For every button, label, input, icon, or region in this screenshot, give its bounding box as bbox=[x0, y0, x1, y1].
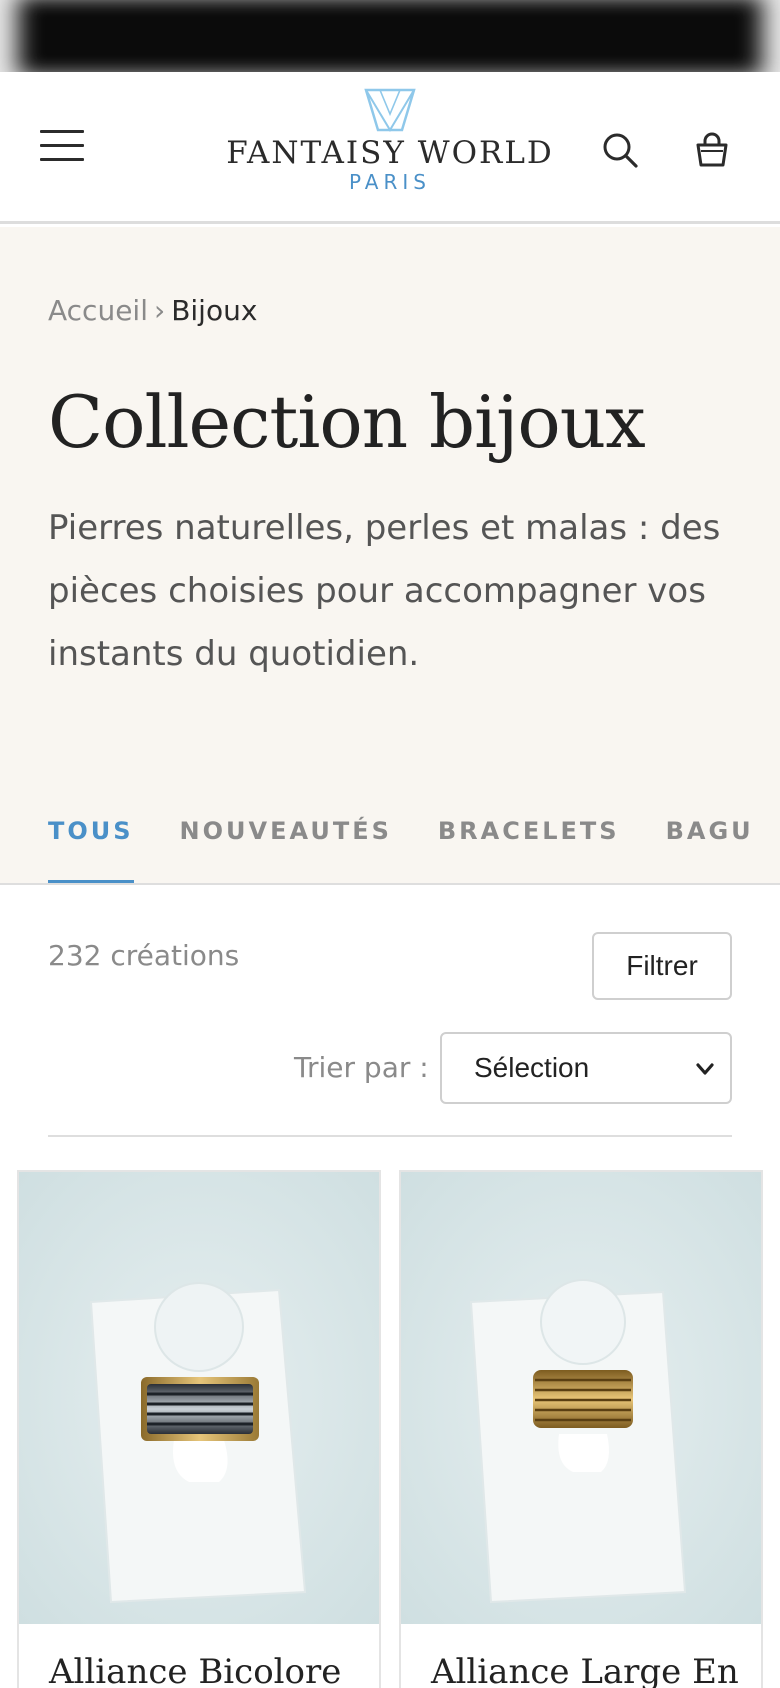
collection-hero: Accueil › Bijoux Collection bijoux Pierres… bbox=[0, 227, 780, 883]
status-bar bbox=[0, 0, 780, 72]
product-count: 232 créations bbox=[48, 939, 240, 972]
sort-label: Trier par : bbox=[294, 1051, 429, 1084]
breadcrumb: Accueil › Bijoux bbox=[48, 293, 257, 329]
collection-description: Pierres naturelles, perles et malas : de… bbox=[48, 508, 721, 674]
brand-name: FANTAISY WORLD bbox=[226, 135, 554, 171]
sort-selected-value: Sélection bbox=[474, 1052, 590, 1083]
category-tabs: TOUS NOUVEAUTÉS BRACELETS BAGU bbox=[48, 807, 780, 883]
brand-logo[interactable]: FANTAISY WORLD PARIS bbox=[220, 84, 560, 204]
product-image bbox=[19, 1172, 379, 1624]
sort-select[interactable]: Sélection bbox=[440, 1032, 732, 1104]
divider bbox=[48, 1135, 732, 1137]
divider bbox=[0, 883, 780, 885]
site-header: FANTAISY WORLD PARIS bbox=[0, 72, 780, 224]
search-icon[interactable] bbox=[598, 128, 642, 172]
chevron-down-icon bbox=[696, 1063, 714, 1075]
diamond-logo-icon bbox=[364, 88, 416, 132]
breadcrumb-home-link[interactable]: Accueil bbox=[48, 294, 148, 327]
product-card[interactable]: Alliance Bicolore bbox=[17, 1170, 381, 1688]
tab-bracelets[interactable]: BRACELETS bbox=[438, 807, 620, 883]
shopping-bag-icon[interactable] bbox=[690, 128, 734, 172]
breadcrumb-current: Bijoux bbox=[171, 294, 258, 327]
page-title: Collection bijoux bbox=[48, 380, 646, 464]
product-title: Alliance Bicolore bbox=[49, 1652, 342, 1688]
menu-icon[interactable] bbox=[40, 130, 84, 164]
tab-tous[interactable]: TOUS bbox=[48, 807, 134, 883]
breadcrumb-separator: › bbox=[153, 294, 166, 327]
product-title: Alliance Large En bbox=[431, 1652, 739, 1688]
brand-subtitle: PARIS bbox=[349, 170, 431, 194]
product-card[interactable]: Alliance Large En bbox=[399, 1170, 763, 1688]
tab-nouveautes[interactable]: NOUVEAUTÉS bbox=[180, 807, 392, 883]
product-image bbox=[401, 1172, 761, 1624]
filter-button[interactable]: Filtrer bbox=[592, 932, 732, 1000]
tab-bagues[interactable]: BAGU bbox=[666, 807, 754, 883]
